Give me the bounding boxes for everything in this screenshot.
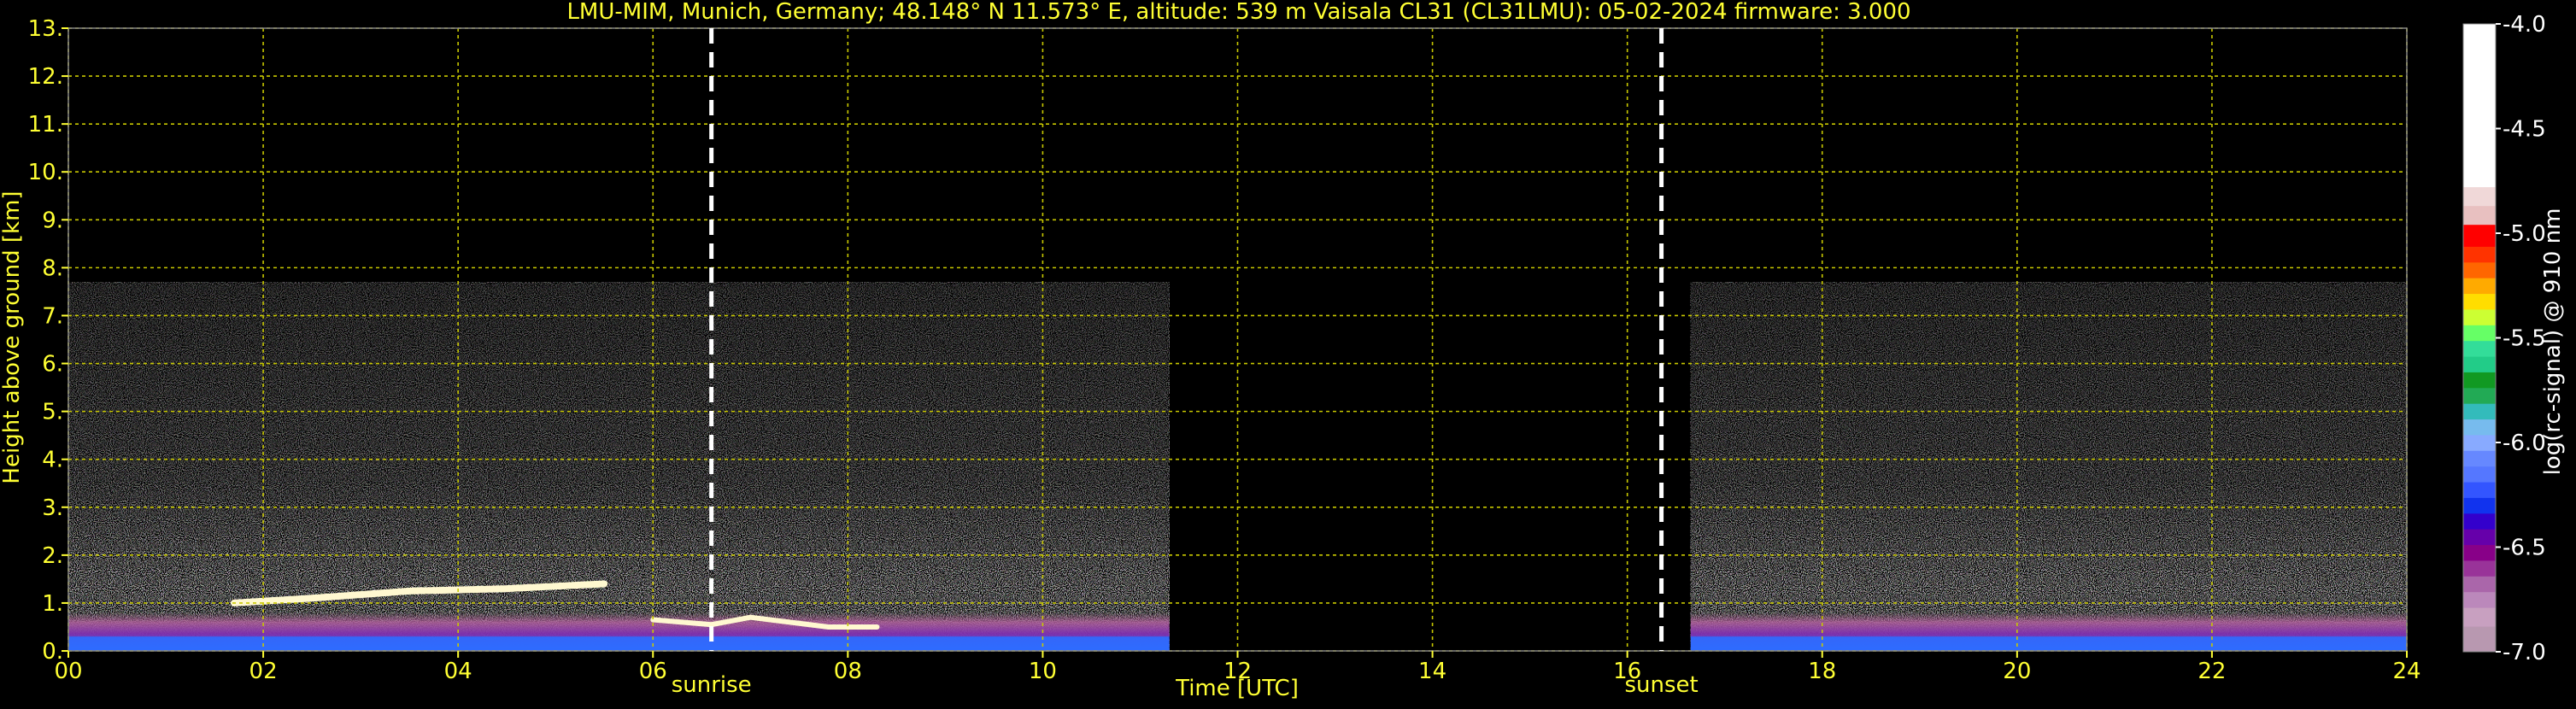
colorbar-tick-label: -7.0 [2503,640,2546,665]
x-tick-label: 06 [639,659,667,684]
y-tick-label: 0. [42,639,63,665]
y-axis-ticks: 0. 1. 2. 3. 4. 5. 6. 7. 8. 9. 10. 11. 12. 13. [28,16,68,665]
colorbar-swatch [2463,403,2496,420]
y-tick-label: 1. [42,591,63,617]
colorbar-swatch [2463,187,2496,207]
colorbar-swatch [2463,419,2496,436]
ceilometer-plot: sunrise sunset 00 02 04 06 08 10 12 14 16 18 20 22 24… [0,0,2576,706]
colorbar-swatch [2463,545,2496,561]
colorbar-swatch [2463,341,2496,358]
colorbar-swatch [2463,325,2496,342]
colorbar-swatch [2463,294,2496,310]
colorbar-swatch [2463,225,2496,248]
colorbar-swatch [2463,450,2496,467]
colorbar-swatch [2463,560,2496,577]
colorbar-swatch [2463,592,2496,609]
colorbar-label: log(rc-signal) @ 910 nm [2540,208,2566,476]
y-tick-label: 6. [42,352,63,378]
colorbar-swatch [2463,372,2496,389]
x-tick-label: 18 [1808,659,1836,684]
y-tick-label: 5. [42,400,63,425]
colorbar-swatch [2463,24,2496,188]
x-tick-label: 10 [1029,659,1057,684]
colorbar-swatch [2463,626,2496,653]
y-tick-label: 12. [28,64,63,90]
colorbar-tick-label: -6.5 [2503,536,2546,561]
y-tick-label: 8. [42,255,63,281]
data-segment [1690,282,2407,651]
y-tick-label: 2. [42,543,63,569]
y-tick-label: 9. [42,208,63,233]
colorbar-swatch [2463,497,2496,514]
colorbar-swatch [2463,309,2496,326]
x-tick-label: 08 [834,659,862,684]
colorbar: -4.0-4.5-5.0-5.5-6.0-6.5-7.0 [2462,12,2546,665]
x-tick-label: 20 [2003,659,2031,684]
colorbar-swatch [2463,607,2496,628]
chart-svg: sunrise sunset 00 02 04 06 08 10 12 14 16 18 20 22 24… [0,0,2566,701]
x-tick-label: 24 [2392,659,2421,684]
colorbar-swatch [2463,388,2496,405]
x-tick-label: 22 [2198,659,2226,684]
x-tick-label: 16 [1613,659,1641,684]
colorbar-swatch [2463,278,2496,295]
y-tick-label: 13. [28,16,63,42]
y-tick-label: 7. [42,303,63,329]
y-tick-label: 11. [28,112,63,138]
y-tick-label: 4. [42,448,63,473]
chart-title: LMU-MIM, Munich, Germany; 48.148° N 11.5… [566,0,1910,25]
colorbar-swatch [2463,356,2496,373]
x-tick-label: 14 [1418,659,1446,684]
colorbar-swatch [2463,482,2496,499]
y-tick-label: 10. [28,160,63,185]
colorbar-tick-label: -4.5 [2503,117,2546,143]
colorbar-swatch [2463,576,2496,593]
colorbar-swatch [2463,206,2496,226]
colorbar-swatch [2463,246,2496,263]
x-tick-label: 04 [444,659,472,684]
x-axis-label: Time [UTC] [1175,676,1299,701]
y-axis-label: Height above ground [km] [0,190,25,483]
colorbar-swatch [2463,513,2496,530]
event-label: sunrise [672,672,752,698]
data-segment [68,282,1170,651]
colorbar-swatch [2463,466,2496,483]
colorbar-swatch [2463,435,2496,452]
x-tick-label: 02 [249,659,278,684]
colorbar-swatch [2463,529,2496,546]
colorbar-tick-label: -4.0 [2503,12,2546,38]
colorbar-swatch [2463,262,2496,279]
y-tick-label: 3. [42,495,63,521]
